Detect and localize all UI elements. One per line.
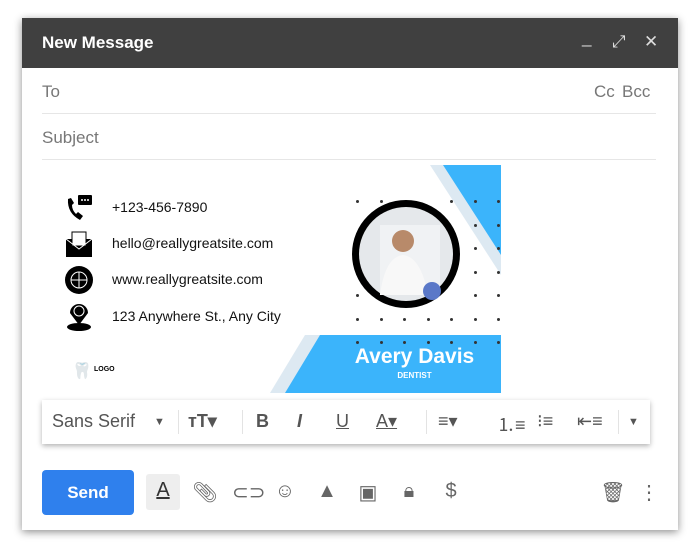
expand-icon[interactable]: ⤢ — [612, 32, 626, 52]
link-icon[interactable]: ⊂⊃ — [232, 480, 266, 505]
emoji-icon[interactable]: ☺ — [272, 480, 298, 503]
decor-dot — [497, 294, 500, 297]
email-signature: +123-456-7890 hello@reallygreatsite.com … — [40, 165, 501, 393]
signature-email[interactable]: hello@reallygreatsite.com — [112, 235, 273, 251]
font-dropdown-icon[interactable]: ▼ — [154, 416, 165, 428]
drive-icon[interactable]: ▲ — [314, 480, 340, 503]
signature-website[interactable]: www.reallygreatsite.com — [112, 271, 263, 287]
more-formatting-icon[interactable]: ▼ — [628, 416, 639, 428]
decor-dot — [356, 341, 359, 344]
globe-icon — [64, 265, 94, 295]
formatting-options-icon[interactable]: A — [146, 474, 180, 510]
signature-address: 123 Anywhere St., Any City — [112, 308, 281, 324]
decor-dot — [356, 294, 359, 297]
decor-dot — [426, 341, 430, 344]
italic-icon[interactable]: I — [297, 411, 302, 432]
decor-dot — [473, 341, 477, 344]
minimize-icon[interactable]: _ — [582, 28, 591, 48]
decor-dot — [497, 200, 500, 203]
text-size-icon[interactable]: ᴛT▾ — [188, 411, 217, 432]
to-label: To — [42, 82, 60, 101]
decor-dot — [356, 200, 359, 203]
font-select[interactable]: Sans Serif — [52, 411, 135, 432]
decor-dot — [473, 317, 477, 321]
decor-dot — [450, 200, 453, 203]
decor-dot — [473, 294, 477, 297]
logo-text: LOGO — [94, 366, 115, 373]
signature-name: Avery Davis — [354, 345, 475, 368]
signature-role: DENTIST — [397, 371, 432, 380]
decor-dot — [497, 270, 500, 274]
numbered-list-icon[interactable]: ⒈≡ — [497, 411, 526, 437]
decor-dot — [426, 317, 430, 321]
bulleted-list-icon[interactable]: ⁝≡ — [537, 411, 553, 432]
decor-dot — [497, 341, 500, 344]
attach-icon[interactable]: 📎︎ — [192, 480, 218, 505]
window-title: New Message — [42, 33, 154, 52]
dollar-icon[interactable]: $ — [438, 480, 464, 503]
decor-dot — [473, 223, 477, 227]
decor-dot — [497, 317, 500, 321]
underline-icon[interactable]: U — [336, 411, 349, 432]
send-button[interactable]: Send — [42, 470, 134, 515]
decor-dot — [403, 317, 406, 321]
close-icon[interactable]: ✕ — [644, 32, 658, 52]
bcc-button[interactable]: Bcc — [622, 82, 650, 102]
tooth-icon: 🦷 — [72, 363, 92, 380]
decor-dot — [403, 341, 406, 344]
decor-dot — [450, 317, 453, 321]
phone-icon — [64, 193, 94, 223]
decor-dot — [379, 317, 383, 321]
decor-dot — [473, 270, 477, 274]
decor-dot — [473, 200, 477, 203]
text-color-icon[interactable]: A▾ — [376, 411, 397, 432]
email-icon — [64, 229, 94, 259]
compose-window: New Message _ ⤢ ✕ To Cc Bcc Subject +123… — [22, 18, 678, 530]
location-pin-icon — [64, 301, 94, 331]
to-field[interactable]: To Cc Bcc — [42, 68, 656, 114]
decor-dot — [379, 200, 383, 203]
confidential-mode-icon[interactable]: 🔒︎ — [396, 480, 422, 503]
signature-phone: +123-456-7890 — [112, 199, 208, 215]
indent-less-icon[interactable]: ⇤≡ — [577, 411, 603, 432]
cc-button[interactable]: Cc — [594, 82, 615, 102]
decor-dot — [450, 341, 453, 344]
compose-header: New Message _ ⤢ ✕ — [22, 18, 678, 68]
trash-icon[interactable]: 🗑︎ — [600, 480, 626, 505]
decor-dot — [497, 247, 500, 250]
decor-dot — [379, 341, 383, 344]
subject-field[interactable]: Subject — [42, 114, 656, 160]
align-icon[interactable]: ≡▾ — [438, 411, 458, 432]
more-options-icon[interactable]: ⋮ — [636, 480, 662, 505]
subject-placeholder: Subject — [42, 128, 99, 147]
formatting-toolbar: Sans Serif ▼ ᴛT▾ B I U A▾ ≡▾ ⒈≡ ⁝≡ ⇤≡ ▼ — [42, 400, 650, 444]
photo-icon[interactable]: ▣ — [355, 480, 381, 505]
decor-dot — [473, 247, 477, 250]
bold-icon[interactable]: B — [256, 411, 269, 432]
decor-dot — [356, 317, 359, 321]
decor-dot — [497, 223, 500, 227]
